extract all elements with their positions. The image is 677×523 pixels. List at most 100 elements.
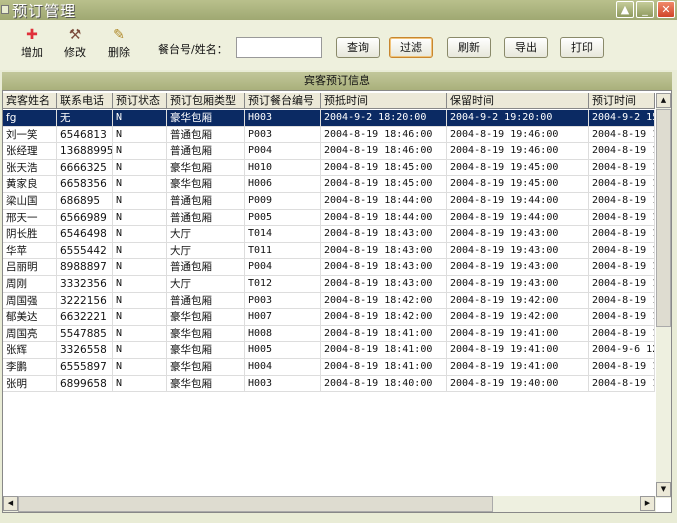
minimize-button[interactable]: _ (636, 1, 654, 18)
table-cell: 周国亮 (3, 325, 57, 343)
add-label: 增加 (21, 46, 43, 59)
table-row[interactable]: 周国亮 5547885 N 豪华包厢 H008 2004-8-19 18:41:00 200… (3, 325, 655, 343)
table-cell: 大厅 (167, 275, 245, 293)
edit-button[interactable]: ⚒ 修改 (57, 26, 93, 60)
table-row[interactable]: fg 无 N 豪华包厢 H003 2004-9-2 18:20:00 2004-9-2 19… (3, 110, 655, 127)
table-row[interactable]: 张辉 3326558 N 豪华包厢 H005 2004-8-19 18:41:00 2004… (3, 342, 655, 359)
column-header[interactable]: 预订餐台编号 (245, 93, 321, 109)
column-header[interactable]: 预订时间 (589, 93, 655, 109)
table-cell: 周国强 (3, 292, 57, 310)
table-cell: 2004-8-19 19:43:00 (447, 259, 589, 276)
table-cell: 2004-8-19 1 (589, 242, 655, 260)
restore-button[interactable]: ▲ (616, 1, 634, 18)
table-row[interactable]: 郁美达 6632221 N 豪华包厢 H007 2004-8-19 18:42:00 200… (3, 309, 655, 326)
table-cell: 2004-9-2 19:20:00 (447, 110, 589, 127)
table-cell: 2004-8-19 18:43:00 (321, 275, 447, 293)
table-cell: N (113, 342, 167, 359)
scroll-left-arrow-icon[interactable]: ◀ (3, 496, 18, 511)
table-cell: 大厅 (167, 226, 245, 243)
horizontal-scroll-thumb[interactable] (18, 496, 493, 512)
reservation-grid[interactable]: 宾客姓名 联系电话 预订状态 预订包厢类型 预订餐台编号 预抵时间 保留时间 预订时间 fg 无… (2, 90, 672, 513)
table-cell: N (113, 375, 167, 393)
table-row[interactable]: 李鹏 6555897 N 豪华包厢 H004 2004-8-19 18:41:00 2004… (3, 358, 655, 376)
vertical-scroll-thumb[interactable] (656, 109, 671, 327)
table-row[interactable]: 周刚 3332356 N 大厅 T012 2004-8-19 18:43:00 2004-8… (3, 275, 655, 293)
table-cell: T012 (245, 275, 321, 293)
table-cell: T011 (245, 242, 321, 260)
table-row[interactable]: 周国强 3222156 N 普通包厢 P003 2004-8-19 18:42:00 200… (3, 292, 655, 310)
table-cell: 周刚 (3, 275, 57, 293)
table-cell: 刘一笑 (3, 126, 57, 144)
table-cell: N (113, 292, 167, 310)
grid-header: 宾客姓名 联系电话 预订状态 预订包厢类型 预订餐台编号 预抵时间 保留时间 预订时间 (3, 93, 655, 109)
table-cell: 2004-8-19 1 (589, 159, 655, 177)
table-cell: 2004-8-19 18:43:00 (321, 259, 447, 276)
table-cell: 2004-8-19 1 (589, 226, 655, 243)
table-row[interactable]: 张经理136889956'N普通包厢P0042004-8-19 18:46:00… (3, 143, 655, 160)
table-cell: H003 (245, 110, 321, 127)
table-cell: 大厅 (167, 242, 245, 260)
eraser-icon: ✎ (113, 27, 125, 43)
table-cell: 豪华包厢 (167, 176, 245, 193)
table-row[interactable]: 阴长胜 6546498 N 大厅 T014 2004-8-19 18:43:00 2004-… (3, 226, 655, 243)
table-cell: 6546498 (57, 226, 113, 243)
delete-button[interactable]: ✎ 删除 (101, 26, 137, 60)
table-row[interactable]: 吕丽明 8988897 N 普通包厢 P004 2004-8-19 18:43:00 200… (3, 259, 655, 276)
table-cell: 2004-8-19 19:44:00 (447, 209, 589, 227)
table-cell: 普通包厢 (167, 259, 245, 276)
table-cell: 2004-8-19 19:44:00 (447, 192, 589, 210)
scroll-down-arrow-icon[interactable]: ▼ (656, 482, 671, 497)
table-cell: 2004-8-19 1 (589, 126, 655, 144)
table-cell: 2004-8-19 18:42:00 (321, 292, 447, 310)
print-button[interactable]: 打印 (560, 37, 604, 58)
table-cell: 豪华包厢 (167, 159, 245, 177)
delete-label: 删除 (108, 46, 130, 59)
table-cell: 2004-8-19 19:41:00 (447, 358, 589, 376)
query-button[interactable]: 查询 (336, 37, 380, 58)
column-header[interactable]: 预订包厢类型 (167, 93, 245, 109)
horizontal-scrollbar[interactable]: ◀ ▶ (3, 496, 656, 512)
table-cell: N (113, 325, 167, 343)
table-cell: T014 (245, 226, 321, 243)
table-cell: 2004-8-19 1 (589, 309, 655, 326)
table-cell: 2004-8-19 18:41:00 (321, 325, 447, 343)
table-cell: 普通包厢 (167, 192, 245, 210)
column-header[interactable]: 保留时间 (447, 93, 589, 109)
table-cell: 2004-8-19 19:42:00 (447, 309, 589, 326)
column-header[interactable]: 宾客姓名 (3, 93, 57, 109)
vertical-scrollbar[interactable]: ▲ ▼ (656, 93, 671, 498)
table-row[interactable]: 邢天一 6566989 N 普通包厢 P005 2004-8-19 18:44:00 200… (3, 209, 655, 227)
table-cell: 郁美达 (3, 309, 57, 326)
column-header[interactable]: 预抵时间 (321, 93, 447, 109)
filter-button[interactable]: 过滤 (389, 37, 433, 58)
column-header[interactable]: 联系电话 (57, 93, 113, 109)
refresh-button[interactable]: 刷新 (447, 37, 491, 58)
table-row[interactable]: 张明 6899658 N 豪华包厢 H003 2004-8-19 18:40:00 2004… (3, 375, 655, 393)
scroll-up-arrow-icon[interactable]: ▲ (656, 93, 671, 108)
table-cell: 2004-8-19 18:46:00 (321, 143, 447, 160)
export-button[interactable]: 导出 (504, 37, 548, 58)
table-cell: 梁山国 (3, 192, 57, 210)
table-cell: N (113, 358, 167, 376)
table-cell: fg (3, 110, 57, 127)
table-cell: H006 (245, 176, 321, 193)
table-row[interactable]: 刘一笑 6546813 N 普通包厢 P003 2004-8-19 18:46:00 200… (3, 126, 655, 144)
window-menu-icon[interactable] (1, 5, 9, 14)
add-button[interactable]: ✚ 增加 (14, 26, 50, 60)
close-button[interactable]: ✕ (657, 1, 675, 18)
table-cell: N (113, 275, 167, 293)
table-cell: 2004-8-19 19:41:00 (447, 342, 589, 359)
table-cell: P004 (245, 259, 321, 276)
table-cell: 2004-8-19 18:41:00 (321, 342, 447, 359)
table-row[interactable]: 梁山国 686895 N 普通包厢 P009 2004-8-19 18:44:00 2004… (3, 192, 655, 210)
column-header[interactable]: 预订状态 (113, 93, 167, 109)
table-cell: 2004-8-19 19:45:00 (447, 176, 589, 193)
table-cell: 2004-8-19 19:43:00 (447, 242, 589, 260)
title-bar: 预订管理 ▲ _ ✕ (0, 0, 677, 20)
search-input[interactable] (236, 37, 322, 58)
table-row[interactable]: 张天浩 6666325 N 豪华包厢 H010 2004-8-19 18:45:00 200… (3, 159, 655, 177)
table-row[interactable]: 华苹 6555442 N 大厅 T011 2004-8-19 18:43:00 2004-8… (3, 242, 655, 260)
scroll-right-arrow-icon[interactable]: ▶ (640, 496, 655, 511)
table-row[interactable]: 黄家良 6658356 N 豪华包厢 H006 2004-8-19 18:45:00 200… (3, 176, 655, 193)
table-cell: 2004-8-19 19:46:00 (447, 126, 589, 144)
